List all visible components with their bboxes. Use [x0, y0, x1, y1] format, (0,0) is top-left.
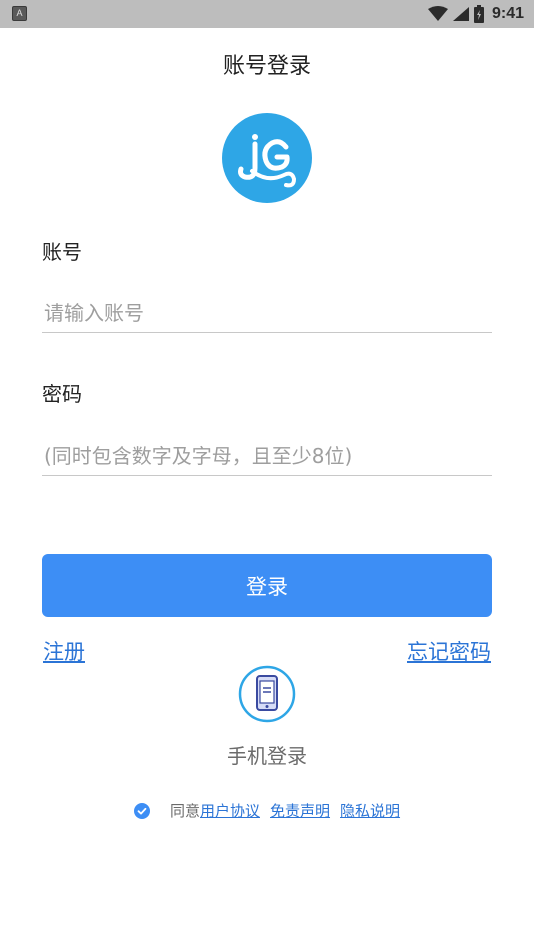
account-input[interactable] — [42, 293, 492, 333]
status-time: 9:41 — [491, 5, 524, 22]
agree-prefix: 同意 — [169, 802, 200, 820]
page-title: 账号登录 — [222, 54, 311, 79]
phone-login-label[interactable]: 手机登录 — [0, 740, 534, 769]
login-button[interactable]: 登录 — [42, 554, 492, 617]
privacy-link[interactable]: 隐私说明 — [340, 800, 400, 821]
user-agreement-link[interactable]: 用户协议 — [200, 800, 260, 821]
password-label: 密码 — [42, 382, 82, 406]
login-screen: A 9:41 账号登录 账号 密码 登录 — [0, 0, 534, 950]
app-logo-icon — [222, 113, 312, 203]
status-indicators: 9:41 — [427, 4, 524, 24]
app-notification-icon: A — [12, 6, 27, 21]
wifi-icon — [427, 6, 448, 21]
password-input[interactable] — [42, 436, 492, 476]
phone-login-icon[interactable] — [238, 665, 296, 723]
disclaimer-link[interactable]: 免责声明 — [270, 800, 330, 821]
battery-icon — [473, 5, 484, 23]
register-link[interactable]: 注册 — [43, 636, 85, 666]
agreement-row: 同意 用户协议 免责声明 隐私说明 — [0, 800, 534, 821]
agree-checkbox-icon[interactable] — [133, 802, 150, 819]
status-bar: A 9:41 — [0, 0, 534, 28]
cellular-signal-icon — [452, 7, 469, 21]
forgot-password-link[interactable]: 忘记密码 — [407, 636, 491, 666]
account-label: 账号 — [42, 240, 82, 264]
